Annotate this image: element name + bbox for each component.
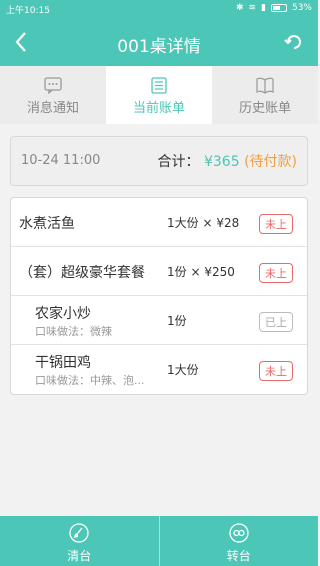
battery-icon bbox=[270, 4, 287, 12]
total-amount: ¥365 bbox=[203, 154, 240, 170]
dish-note: 口味做法：中辣、泡... bbox=[35, 374, 145, 387]
payment-status: (待付款) bbox=[244, 154, 297, 170]
clear-table-label: 清台 bbox=[67, 549, 92, 563]
battery-level: 53% bbox=[291, 3, 312, 13]
status-time: 上午10:15 bbox=[6, 6, 50, 16]
status-bar: 上午10:15 ✱ ≋ ▮ 53% bbox=[0, 0, 318, 18]
order-item[interactable]: （套）超级豪华套餐 1份 × ¥250 未上 bbox=[11, 247, 307, 296]
title-bar: 001桌详情 bbox=[0, 18, 318, 66]
tab-history-bill-label: 历史账单 bbox=[238, 101, 291, 116]
refresh-icon[interactable] bbox=[284, 32, 304, 52]
order-item[interactable]: 干锅田鸡 口味做法：中辣、泡... 1大份 未上 bbox=[11, 345, 307, 394]
signal-icon: ▮ bbox=[261, 3, 266, 13]
total-label: 合计： bbox=[157, 154, 200, 170]
bill-summary: 10-24 11:00 合计： ¥365 (待付款) bbox=[10, 136, 308, 186]
serve-status-badge: 未上 bbox=[259, 214, 293, 234]
bill-icon bbox=[151, 77, 167, 94]
book-icon bbox=[256, 77, 274, 94]
dish-name: 水煮活鱼 bbox=[19, 216, 75, 232]
dish-quantity: 1大份 × ¥28 bbox=[167, 216, 240, 230]
dish-name: 农家小炒 bbox=[35, 306, 91, 322]
page-title: 001桌详情 bbox=[117, 37, 201, 57]
tab-bar: 消息通知 当前账单 历史账单 bbox=[0, 66, 318, 124]
bluetooth-icon: ✱ bbox=[235, 3, 244, 13]
serve-status-badge: 未上 bbox=[259, 263, 293, 283]
tab-history-bill[interactable]: 历史账单 bbox=[212, 66, 318, 124]
wifi-icon: ≋ bbox=[248, 3, 257, 13]
bill-total: 合计： ¥365 (待付款) bbox=[158, 151, 297, 171]
tab-messages[interactable]: 消息通知 bbox=[0, 66, 106, 124]
transfer-table-label: 转台 bbox=[226, 549, 251, 563]
status-icons: ✱ ≋ ▮ 53% bbox=[236, 3, 312, 13]
order-list: 水煮活鱼 1大份 × ¥28 未上 （套）超级豪华套餐 1份 × ¥250 未上… bbox=[10, 197, 308, 395]
transfer-icon bbox=[229, 523, 249, 543]
bottom-action-bar: 清台 转台 bbox=[0, 516, 318, 566]
order-item[interactable]: 水煮活鱼 1大份 × ¥28 未上 bbox=[11, 198, 307, 247]
dish-quantity: 1份 × ¥250 bbox=[167, 265, 235, 279]
serve-status-badge: 未上 bbox=[259, 361, 293, 381]
tab-current-bill-label: 当前账单 bbox=[132, 101, 185, 116]
dish-note: 口味做法：微辣 bbox=[35, 325, 112, 338]
dish-name: （套）超级豪华套餐 bbox=[19, 265, 145, 281]
dish-quantity: 1大份 bbox=[167, 363, 199, 377]
serve-status-badge: 已上 bbox=[259, 312, 293, 332]
message-icon bbox=[44, 77, 62, 94]
order-item[interactable]: 农家小炒 口味做法：微辣 1份 已上 bbox=[11, 296, 307, 345]
clear-table-button[interactable]: 清台 bbox=[0, 516, 159, 566]
tab-messages-label: 消息通知 bbox=[26, 101, 79, 116]
dish-name: 干锅田鸡 bbox=[35, 355, 91, 371]
transfer-table-button[interactable]: 转台 bbox=[158, 516, 319, 566]
bill-datetime: 10-24 11:00 bbox=[21, 153, 101, 168]
dish-quantity: 1份 bbox=[167, 314, 187, 328]
broom-icon bbox=[69, 523, 89, 543]
tab-current-bill[interactable]: 当前账单 bbox=[106, 66, 212, 124]
